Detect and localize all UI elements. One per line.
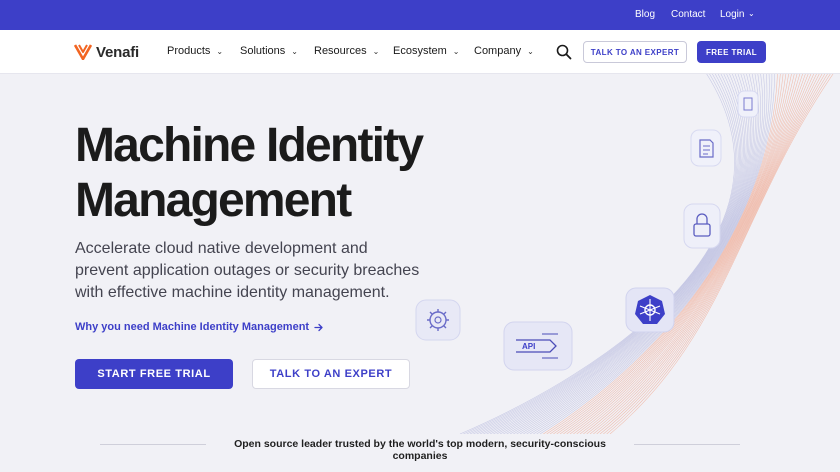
kubernetes-tile: [625, 287, 675, 333]
wave-line: [459, 74, 735, 434]
nav-item-products[interactable]: Products ⌄: [167, 45, 223, 57]
wave-line: [559, 74, 792, 434]
nav-item-label: Company: [474, 45, 522, 57]
contact-link[interactable]: Contact: [671, 9, 705, 20]
wave-line: [566, 74, 798, 434]
main-navigation: Venafi Products ⌄ Solutions ⌄ Resources …: [0, 30, 840, 74]
why-machine-identity-link[interactable]: Why you need Machine Identity Management: [75, 321, 323, 333]
talk-to-expert-nav-button[interactable]: TALK TO AN EXPERT: [583, 41, 687, 63]
nav-item-label: Products: [167, 45, 211, 57]
chevron-down-icon: ⌄: [216, 46, 224, 56]
nav-item-resources[interactable]: Resources ⌄: [314, 45, 379, 57]
nav-item-company[interactable]: Company ⌄: [474, 45, 534, 57]
chevron-down-icon: ⌄: [748, 9, 755, 18]
nav-item-solutions[interactable]: Solutions ⌄: [240, 45, 298, 57]
document-tile: [690, 129, 722, 167]
wave-line: [586, 74, 815, 434]
wave-line: [463, 74, 737, 434]
chevron-down-icon: ⌄: [291, 46, 298, 56]
talk-to-expert-button[interactable]: TALK TO AN EXPERT: [252, 359, 410, 389]
chevron-down-icon: ⌄: [452, 46, 460, 56]
nav-item-label: Ecosystem: [393, 45, 447, 57]
venafi-logo-icon: [74, 44, 92, 60]
top-utility-bar: Blog Contact Login ⌄: [0, 0, 840, 30]
svg-text:API: API: [522, 342, 535, 351]
brand-name: Venafi: [96, 43, 139, 61]
nav-item-ecosystem[interactable]: Ecosystem ⌄: [393, 45, 460, 57]
blog-link[interactable]: Blog: [635, 9, 655, 20]
hero-title: Machine Identity Management: [75, 118, 475, 228]
arrow-right-icon: [314, 323, 323, 331]
search-icon[interactable]: [556, 44, 572, 60]
hero-title-line-2: Management: [75, 174, 352, 227]
nav-item-label: Solutions: [240, 45, 286, 57]
free-trial-nav-button[interactable]: FREE TRIAL: [697, 41, 766, 63]
chevron-down-icon: ⌄: [372, 46, 380, 56]
divider-right: [634, 444, 740, 445]
divider-left: [100, 444, 206, 445]
small-document-tile: [737, 90, 759, 118]
hero-subtitle: Accelerate cloud native development and …: [75, 240, 420, 301]
wave-line: [466, 74, 738, 434]
wave-line: [499, 74, 751, 434]
trust-statement: Open source leader trusted by the world'…: [234, 438, 606, 462]
login-link[interactable]: Login: [720, 9, 744, 20]
chevron-down-icon: ⌄: [527, 46, 534, 56]
api-tile: API: [503, 321, 573, 371]
why-link-label: Why you need Machine Identity Management: [75, 321, 310, 333]
wave-line: [609, 74, 834, 434]
wave-line: [539, 74, 775, 434]
nav-item-label: Resources: [314, 45, 367, 57]
hero-title-line-1: Machine Identity: [75, 119, 424, 172]
lock-tile: [683, 203, 721, 249]
wave-lines: [459, 74, 834, 434]
gear-tile: [415, 299, 461, 341]
start-free-trial-button[interactable]: START FREE TRIAL: [75, 359, 233, 389]
brand-logo[interactable]: Venafi: [74, 42, 139, 62]
